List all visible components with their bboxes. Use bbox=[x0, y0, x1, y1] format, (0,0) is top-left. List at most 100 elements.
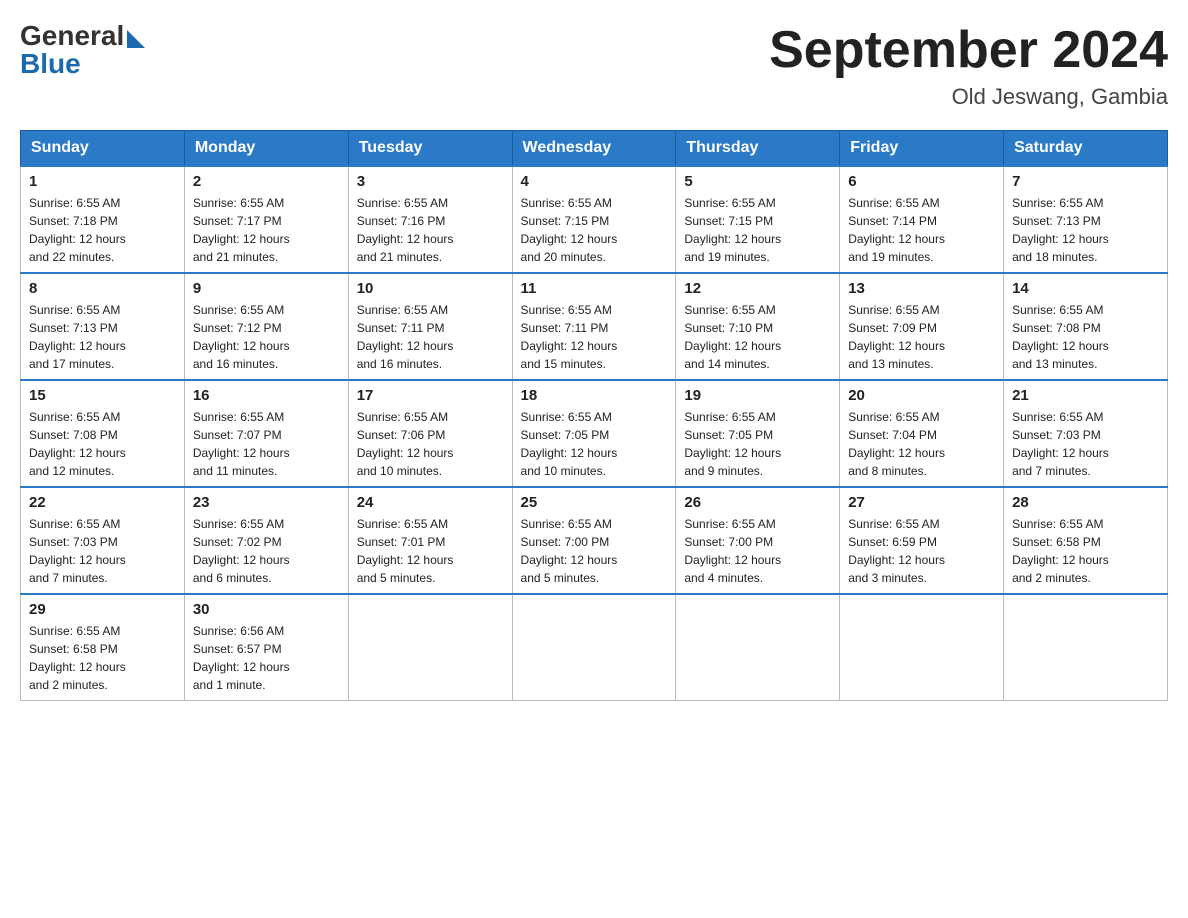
calendar-cell: 3Sunrise: 6:55 AMSunset: 7:16 PMDaylight… bbox=[348, 166, 512, 273]
calendar-week-row: 15 Sunrise: 6:55 AMSunset: 7:08 PMDayligh… bbox=[21, 380, 1168, 487]
day-number: 8 bbox=[29, 280, 176, 297]
day-number: 7 bbox=[1012, 173, 1159, 190]
day-info: Sunrise: 6:56 AMSunset: 6:57 PMDaylight:… bbox=[193, 622, 340, 694]
logo-arrow-icon bbox=[127, 30, 145, 48]
day-info: Sunrise: 6:55 AMSunset: 7:15 PMDaylight:… bbox=[521, 194, 668, 266]
day-number: 27 bbox=[848, 494, 995, 511]
day-info: Sunrise: 6:55 AMSunset: 6:58 PMDaylight:… bbox=[1012, 515, 1159, 587]
calendar-cell: 26 Sunrise: 6:55 AMSunset: 7:00 PMDayligh… bbox=[676, 487, 840, 594]
logo-blue-text: Blue bbox=[20, 48, 81, 80]
calendar-cell: 4Sunrise: 6:55 AMSunset: 7:15 PMDaylight… bbox=[512, 166, 676, 273]
calendar-cell bbox=[512, 594, 676, 701]
calendar-cell: 17Sunrise: 6:55 AMSunset: 7:06 PMDayligh… bbox=[348, 380, 512, 487]
calendar-header-friday: Friday bbox=[840, 131, 1004, 167]
calendar-cell: 2 Sunrise: 6:55 AMSunset: 7:17 PMDaylight… bbox=[184, 166, 348, 273]
calendar-cell: 6 Sunrise: 6:55 AMSunset: 7:14 PMDaylight… bbox=[840, 166, 1004, 273]
calendar-header-tuesday: Tuesday bbox=[348, 131, 512, 167]
calendar-table: SundayMondayTuesdayWednesdayThursdayFrid… bbox=[20, 130, 1168, 701]
day-number: 15 bbox=[29, 387, 176, 404]
calendar-cell: 29 Sunrise: 6:55 AMSunset: 6:58 PMDayligh… bbox=[21, 594, 185, 701]
calendar-title: September 2024 bbox=[769, 20, 1168, 80]
calendar-week-row: 29 Sunrise: 6:55 AMSunset: 6:58 PMDayligh… bbox=[21, 594, 1168, 701]
calendar-cell: 7 Sunrise: 6:55 AMSunset: 7:13 PMDaylight… bbox=[1004, 166, 1168, 273]
calendar-cell bbox=[840, 594, 1004, 701]
day-number: 20 bbox=[848, 387, 995, 404]
day-info: Sunrise: 6:55 AMSunset: 7:11 PMDaylight:… bbox=[521, 301, 668, 373]
day-info: Sunrise: 6:55 AMSunset: 7:17 PMDaylight:… bbox=[193, 194, 340, 266]
calendar-cell: 28Sunrise: 6:55 AMSunset: 6:58 PMDayligh… bbox=[1004, 487, 1168, 594]
day-number: 5 bbox=[684, 173, 831, 190]
day-info: Sunrise: 6:55 AMSunset: 7:14 PMDaylight:… bbox=[848, 194, 995, 266]
day-info: Sunrise: 6:55 AMSunset: 7:08 PMDaylight:… bbox=[1012, 301, 1159, 373]
day-info: Sunrise: 6:55 AMSunset: 7:18 PMDaylight:… bbox=[29, 194, 176, 266]
day-number: 6 bbox=[848, 173, 995, 190]
day-number: 23 bbox=[193, 494, 340, 511]
calendar-cell: 20 Sunrise: 6:55 AMSunset: 7:04 PMDayligh… bbox=[840, 380, 1004, 487]
day-info: Sunrise: 6:55 AMSunset: 7:15 PMDaylight:… bbox=[684, 194, 831, 266]
calendar-cell: 22 Sunrise: 6:55 AMSunset: 7:03 PMDayligh… bbox=[21, 487, 185, 594]
day-number: 9 bbox=[193, 280, 340, 297]
calendar-cell: 14 Sunrise: 6:55 AMSunset: 7:08 PMDayligh… bbox=[1004, 273, 1168, 380]
calendar-cell: 1Sunrise: 6:55 AMSunset: 7:18 PMDaylight… bbox=[21, 166, 185, 273]
calendar-cell: 19Sunrise: 6:55 AMSunset: 7:05 PMDayligh… bbox=[676, 380, 840, 487]
day-info: Sunrise: 6:55 AMSunset: 7:00 PMDaylight:… bbox=[684, 515, 831, 587]
day-number: 29 bbox=[29, 601, 176, 618]
calendar-week-row: 1Sunrise: 6:55 AMSunset: 7:18 PMDaylight… bbox=[21, 166, 1168, 273]
day-info: Sunrise: 6:55 AMSunset: 7:08 PMDaylight:… bbox=[29, 408, 176, 480]
day-info: Sunrise: 6:55 AMSunset: 7:05 PMDaylight:… bbox=[521, 408, 668, 480]
day-number: 2 bbox=[193, 173, 340, 190]
calendar-cell: 11 Sunrise: 6:55 AMSunset: 7:11 PMDayligh… bbox=[512, 273, 676, 380]
day-number: 12 bbox=[684, 280, 831, 297]
calendar-cell: 21 Sunrise: 6:55 AMSunset: 7:03 PMDayligh… bbox=[1004, 380, 1168, 487]
day-number: 22 bbox=[29, 494, 176, 511]
calendar-cell: 12Sunrise: 6:55 AMSunset: 7:10 PMDayligh… bbox=[676, 273, 840, 380]
calendar-cell: 24 Sunrise: 6:55 AMSunset: 7:01 PMDayligh… bbox=[348, 487, 512, 594]
title-block: September 2024 Old Jeswang, Gambia bbox=[769, 20, 1168, 110]
calendar-cell bbox=[676, 594, 840, 701]
calendar-cell: 23 Sunrise: 6:55 AMSunset: 7:02 PMDayligh… bbox=[184, 487, 348, 594]
day-info: Sunrise: 6:55 AMSunset: 7:02 PMDaylight:… bbox=[193, 515, 340, 587]
day-info: Sunrise: 6:55 AMSunset: 7:04 PMDaylight:… bbox=[848, 408, 995, 480]
day-info: Sunrise: 6:55 AMSunset: 6:59 PMDaylight:… bbox=[848, 515, 995, 587]
day-number: 21 bbox=[1012, 387, 1159, 404]
calendar-cell: 18 Sunrise: 6:55 AMSunset: 7:05 PMDayligh… bbox=[512, 380, 676, 487]
day-info: Sunrise: 6:55 AMSunset: 7:12 PMDaylight:… bbox=[193, 301, 340, 373]
calendar-week-row: 8 Sunrise: 6:55 AMSunset: 7:13 PMDaylight… bbox=[21, 273, 1168, 380]
calendar-header-sunday: Sunday bbox=[21, 131, 185, 167]
calendar-header-thursday: Thursday bbox=[676, 131, 840, 167]
calendar-cell: 5 Sunrise: 6:55 AMSunset: 7:15 PMDaylight… bbox=[676, 166, 840, 273]
day-info: Sunrise: 6:55 AMSunset: 7:00 PMDaylight:… bbox=[521, 515, 668, 587]
calendar-subtitle: Old Jeswang, Gambia bbox=[769, 84, 1168, 110]
day-number: 26 bbox=[684, 494, 831, 511]
calendar-header-wednesday: Wednesday bbox=[512, 131, 676, 167]
day-number: 18 bbox=[521, 387, 668, 404]
page-header: General Blue September 2024 Old Jeswang,… bbox=[20, 20, 1168, 110]
calendar-cell: 13 Sunrise: 6:55 AMSunset: 7:09 PMDayligh… bbox=[840, 273, 1004, 380]
calendar-cell: 16Sunrise: 6:55 AMSunset: 7:07 PMDayligh… bbox=[184, 380, 348, 487]
day-number: 3 bbox=[357, 173, 504, 190]
calendar-cell: 15 Sunrise: 6:55 AMSunset: 7:08 PMDayligh… bbox=[21, 380, 185, 487]
day-info: Sunrise: 6:55 AMSunset: 7:09 PMDaylight:… bbox=[848, 301, 995, 373]
calendar-cell: 9 Sunrise: 6:55 AMSunset: 7:12 PMDaylight… bbox=[184, 273, 348, 380]
day-number: 10 bbox=[357, 280, 504, 297]
day-number: 11 bbox=[521, 280, 668, 297]
day-number: 19 bbox=[684, 387, 831, 404]
calendar-cell: 30 Sunrise: 6:56 AMSunset: 6:57 PMDayligh… bbox=[184, 594, 348, 701]
day-info: Sunrise: 6:55 AMSunset: 7:13 PMDaylight:… bbox=[29, 301, 176, 373]
day-info: Sunrise: 6:55 AMSunset: 7:13 PMDaylight:… bbox=[1012, 194, 1159, 266]
day-number: 25 bbox=[521, 494, 668, 511]
calendar-cell bbox=[1004, 594, 1168, 701]
calendar-cell: 8 Sunrise: 6:55 AMSunset: 7:13 PMDaylight… bbox=[21, 273, 185, 380]
day-number: 14 bbox=[1012, 280, 1159, 297]
day-info: Sunrise: 6:55 AMSunset: 6:58 PMDaylight:… bbox=[29, 622, 176, 694]
day-number: 24 bbox=[357, 494, 504, 511]
calendar-cell: 25 Sunrise: 6:55 AMSunset: 7:00 PMDayligh… bbox=[512, 487, 676, 594]
calendar-cell: 10Sunrise: 6:55 AMSunset: 7:11 PMDayligh… bbox=[348, 273, 512, 380]
day-info: Sunrise: 6:55 AMSunset: 7:03 PMDaylight:… bbox=[29, 515, 176, 587]
day-info: Sunrise: 6:55 AMSunset: 7:01 PMDaylight:… bbox=[357, 515, 504, 587]
day-info: Sunrise: 6:55 AMSunset: 7:03 PMDaylight:… bbox=[1012, 408, 1159, 480]
day-number: 30 bbox=[193, 601, 340, 618]
calendar-cell bbox=[348, 594, 512, 701]
day-number: 13 bbox=[848, 280, 995, 297]
calendar-cell: 27 Sunrise: 6:55 AMSunset: 6:59 PMDayligh… bbox=[840, 487, 1004, 594]
